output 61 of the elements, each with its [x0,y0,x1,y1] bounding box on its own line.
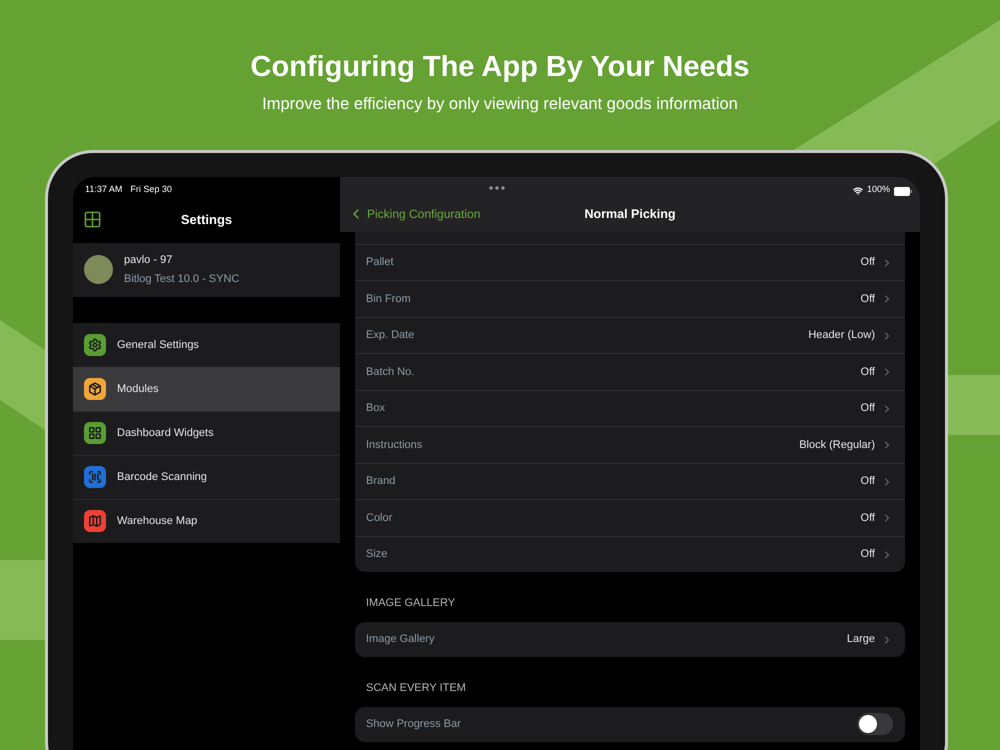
row-label: Size [366,547,388,562]
row-label: Brand [366,474,396,490]
row-value: Large [846,632,875,648]
row-label: Image Gallery [366,632,434,648]
row-label: Box [366,401,385,416]
row-value: Off [860,547,875,562]
sidebar-item-label: Modules [117,382,159,396]
section-header: IMAGE GALLERY [365,596,456,612]
battery-icon [894,186,912,196]
profile-row[interactable]: pavlo - 97 Bitlog Test 10.0 - SYNC [73,242,340,297]
row-value: Off [860,364,875,380]
settings-row[interactable]: Pallet Off [355,244,905,280]
sidebar-item-label: Warehouse Map [117,514,198,529]
row-value: Header (Low) [808,328,875,344]
sidebar-title: Settings [180,211,232,229]
avatar [84,255,113,284]
settings-row[interactable]: Size Off [355,536,905,572]
more-icon[interactable] [489,186,505,190]
sidebar-item[interactable]: Modules [73,366,340,411]
settings-row[interactable]: Batch No. Off [355,354,905,390]
battery-percent: 100% [866,183,890,196]
settings-row[interactable]: Exp. Date Header (Low) [355,318,905,354]
row-value: Off [860,292,875,307]
sidebar-item-label: Barcode Scanning [117,470,207,485]
sidebar-item[interactable]: Dashboard Widgets [73,410,340,455]
profile-subtitle: Bitlog Test 10.0 - SYNC [124,272,240,288]
settings-row[interactable]: Box Off [355,390,905,426]
row-value: Off [860,255,875,270]
sidebar-item[interactable]: Warehouse Map [73,498,340,543]
settings-row[interactable]: Image Gallery Large [355,622,905,658]
subheadline: Improve the efficiency by only viewing relevant goods information [262,94,738,115]
background-stripe [945,375,1000,435]
sidebar-item[interactable]: General Settings [73,322,340,367]
row-value: Block (Regular) [799,438,875,453]
row-label: Instructions [366,438,422,453]
back-button[interactable]: Picking Configuration [348,205,480,224]
row-label: Batch No. [366,364,414,380]
wifi-icon [852,186,863,196]
settings-row[interactable]: Color Off [355,500,905,536]
sidebar-item-label: Dashboard Widgets [117,426,214,441]
row-label: Color [366,510,392,526]
row-label: Bin From [366,292,411,307]
status-time: 11:37 AM [85,183,122,196]
row-value: Off [860,401,875,416]
toggle-switch[interactable] [857,713,893,736]
row-value: Off [860,510,875,526]
settings-row[interactable]: Bin From Off [355,281,905,317]
settings-row[interactable]: Brand Off [355,464,905,500]
sidebar-item[interactable]: Barcode Scanning [73,454,340,499]
grid-icon[interactable] [83,210,102,230]
row-label: Exp. Date [366,328,414,344]
profile-name: pavlo - 97 [124,252,174,268]
row-label: Show Progress Bar [366,717,461,732]
status-date: Fri Sep 30 [130,183,172,196]
settings-row[interactable]: Instructions Block (Regular) [355,427,905,463]
row-value: Off [860,474,875,490]
sidebar-item-label: General Settings [117,338,199,352]
section-header: SCAN EVERY ITEM [365,681,467,696]
headline: Configuring The App By Your Needs [250,50,750,84]
nav-title: Normal Picking [584,206,676,223]
row-label: Pallet [366,255,394,270]
